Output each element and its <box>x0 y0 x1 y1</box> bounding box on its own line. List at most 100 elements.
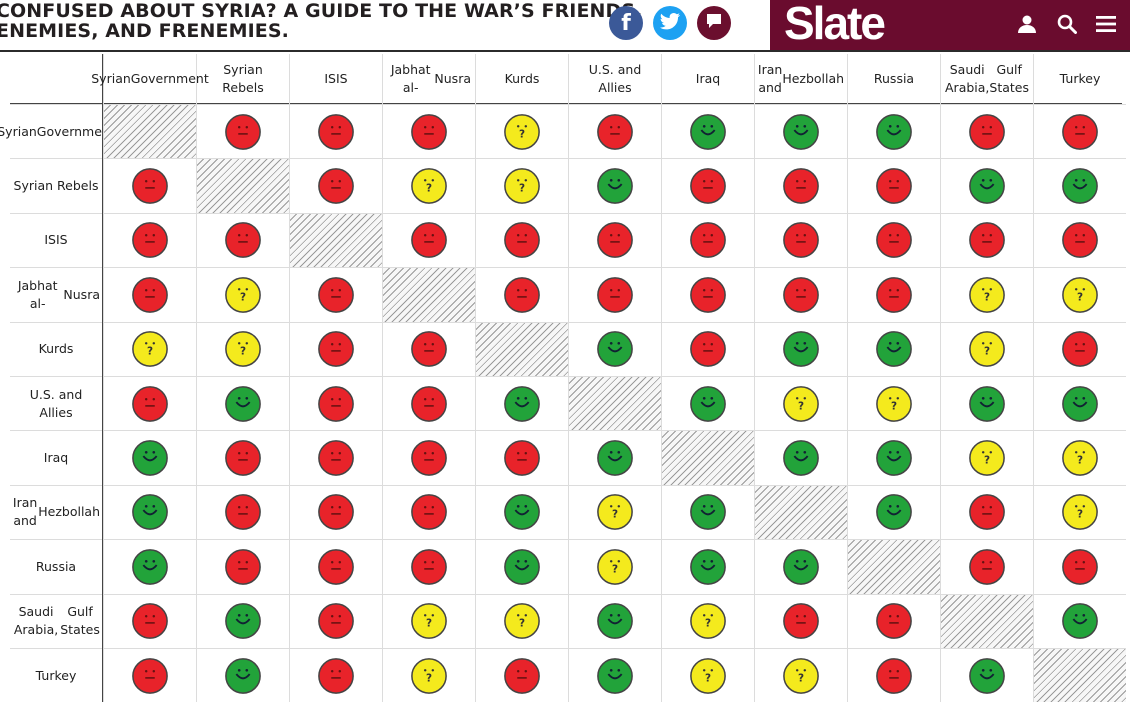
relationship-cell-syrian-rebels-turkey[interactable] <box>1033 158 1126 213</box>
relationship-cell-iran-and-hezbollah-u-s-and-allies[interactable]: ? <box>568 484 661 540</box>
relationship-cell-isis-saudi-arabia-gulf-states[interactable] <box>940 212 1033 268</box>
relationship-cell-iraq-jabhat-al-nusra[interactable] <box>382 430 475 485</box>
relationship-cell-iraq-saudi-arabia-gulf-states[interactable]: ? <box>940 430 1033 485</box>
relationship-cell-turkey-isis[interactable] <box>289 648 382 703</box>
relationship-cell-russia-saudi-arabia-gulf-states[interactable] <box>940 539 1033 594</box>
relationship-cell-syrian-government-jabhat-al-nusra[interactable] <box>382 104 475 159</box>
relationship-cell-syrian-rebels-kurds[interactable]: ? <box>475 158 568 213</box>
relationship-cell-iraq-russia[interactable] <box>847 430 940 485</box>
relationship-cell-syrian-rebels-u-s-and-allies[interactable] <box>568 158 661 213</box>
relationship-cell-syrian-government-iran-and-hezbollah[interactable] <box>754 104 847 159</box>
relationship-cell-syrian-rebels-russia[interactable] <box>847 158 940 213</box>
relationship-cell-saudi-arabia-gulf-states-syrian-rebels[interactable] <box>196 593 289 648</box>
relationship-cell-russia-turkey[interactable] <box>1033 539 1126 594</box>
comment-button[interactable] <box>697 6 731 40</box>
relationship-cell-iran-and-hezbollah-kurds[interactable] <box>475 484 568 540</box>
relationship-cell-russia-syrian-government[interactable] <box>103 539 196 594</box>
relationship-cell-u-s-and-allies-iraq[interactable] <box>661 376 754 431</box>
relationship-cell-iran-and-hezbollah-syrian-rebels[interactable] <box>196 484 289 540</box>
relationship-cell-u-s-and-allies-saudi-arabia-gulf-states[interactable] <box>940 376 1033 431</box>
relationship-cell-saudi-arabia-gulf-states-syrian-government[interactable] <box>103 593 196 648</box>
relationship-cell-syrian-government-kurds[interactable]: ? <box>475 104 568 159</box>
relationship-cell-jabhat-al-nusra-kurds[interactable] <box>475 267 568 322</box>
relationship-cell-isis-iraq[interactable] <box>661 212 754 268</box>
relationship-cell-syrian-rebels-isis[interactable] <box>289 158 382 213</box>
relationship-cell-syrian-rebels-syrian-government[interactable] <box>103 158 196 213</box>
facebook-share-button[interactable]: f <box>609 6 643 40</box>
relationship-cell-kurds-russia[interactable] <box>847 321 940 376</box>
relationship-cell-kurds-isis[interactable] <box>289 321 382 376</box>
relationship-cell-isis-turkey[interactable] <box>1033 212 1126 268</box>
relationship-cell-iran-and-hezbollah-isis[interactable] <box>289 484 382 540</box>
relationship-cell-russia-isis[interactable] <box>289 539 382 594</box>
relationship-cell-saudi-arabia-gulf-states-jabhat-al-nusra[interactable]: ? <box>382 593 475 648</box>
relationship-cell-turkey-iran-and-hezbollah[interactable]: ? <box>754 648 847 703</box>
relationship-cell-kurds-jabhat-al-nusra[interactable] <box>382 321 475 376</box>
relationship-cell-jabhat-al-nusra-turkey[interactable]: ? <box>1033 267 1126 322</box>
relationship-cell-iran-and-hezbollah-turkey[interactable]: ? <box>1033 484 1126 540</box>
search-icon[interactable] <box>1054 12 1080 36</box>
relationship-cell-saudi-arabia-gulf-states-kurds[interactable]: ? <box>475 593 568 648</box>
relationship-cell-u-s-and-allies-isis[interactable] <box>289 376 382 431</box>
relationship-cell-iraq-kurds[interactable] <box>475 430 568 485</box>
relationship-cell-syrian-government-syrian-rebels[interactable] <box>196 104 289 159</box>
relationship-cell-isis-kurds[interactable] <box>475 212 568 268</box>
relationship-cell-iran-and-hezbollah-syrian-government[interactable] <box>103 484 196 540</box>
relationship-cell-kurds-syrian-government[interactable]: ? <box>103 321 196 376</box>
relationship-cell-iraq-isis[interactable] <box>289 430 382 485</box>
twitter-share-button[interactable] <box>653 6 687 40</box>
relationship-cell-turkey-jabhat-al-nusra[interactable]: ? <box>382 648 475 703</box>
relationship-cell-jabhat-al-nusra-russia[interactable] <box>847 267 940 322</box>
relationship-cell-russia-kurds[interactable] <box>475 539 568 594</box>
relationship-cell-kurds-u-s-and-allies[interactable] <box>568 321 661 376</box>
user-icon[interactable] <box>1014 12 1040 36</box>
relationship-cell-u-s-and-allies-syrian-government[interactable] <box>103 376 196 431</box>
relationship-cell-kurds-iran-and-hezbollah[interactable] <box>754 321 847 376</box>
relationship-cell-iran-and-hezbollah-iraq[interactable] <box>661 484 754 540</box>
relationship-cell-u-s-and-allies-syrian-rebels[interactable] <box>196 376 289 431</box>
relationship-cell-isis-iran-and-hezbollah[interactable] <box>754 212 847 268</box>
relationship-cell-syrian-rebels-saudi-arabia-gulf-states[interactable] <box>940 158 1033 213</box>
relationship-cell-russia-u-s-and-allies[interactable]: ? <box>568 539 661 594</box>
relationship-cell-iraq-turkey[interactable]: ? <box>1033 430 1126 485</box>
relationship-cell-jabhat-al-nusra-saudi-arabia-gulf-states[interactable]: ? <box>940 267 1033 322</box>
relationship-cell-iran-and-hezbollah-russia[interactable] <box>847 484 940 540</box>
relationship-cell-saudi-arabia-gulf-states-iran-and-hezbollah[interactable] <box>754 593 847 648</box>
relationship-cell-u-s-and-allies-iran-and-hezbollah[interactable]: ? <box>754 376 847 431</box>
relationship-cell-iraq-iran-and-hezbollah[interactable] <box>754 430 847 485</box>
relationship-cell-syrian-government-iraq[interactable] <box>661 104 754 159</box>
relationship-cell-syrian-government-u-s-and-allies[interactable] <box>568 104 661 159</box>
relationship-cell-saudi-arabia-gulf-states-iraq[interactable]: ? <box>661 593 754 648</box>
relationship-cell-jabhat-al-nusra-iraq[interactable] <box>661 267 754 322</box>
relationship-cell-isis-russia[interactable] <box>847 212 940 268</box>
relationship-cell-iraq-syrian-rebels[interactable] <box>196 430 289 485</box>
relationship-cell-syrian-government-russia[interactable] <box>847 104 940 159</box>
relationship-cell-jabhat-al-nusra-syrian-rebels[interactable]: ? <box>196 267 289 322</box>
relationship-cell-turkey-kurds[interactable] <box>475 648 568 703</box>
relationship-cell-turkey-russia[interactable] <box>847 648 940 703</box>
relationship-cell-jabhat-al-nusra-iran-and-hezbollah[interactable] <box>754 267 847 322</box>
slate-logo[interactable]: Slate <box>784 0 886 50</box>
relationship-cell-syrian-government-turkey[interactable] <box>1033 104 1126 159</box>
relationship-cell-u-s-and-allies-turkey[interactable] <box>1033 376 1126 431</box>
relationship-cell-u-s-and-allies-jabhat-al-nusra[interactable] <box>382 376 475 431</box>
relationship-cell-u-s-and-allies-kurds[interactable] <box>475 376 568 431</box>
relationship-cell-kurds-iraq[interactable] <box>661 321 754 376</box>
relationship-cell-isis-syrian-rebels[interactable] <box>196 212 289 268</box>
relationship-cell-turkey-syrian-government[interactable] <box>103 648 196 703</box>
relationship-cell-russia-jabhat-al-nusra[interactable] <box>382 539 475 594</box>
relationship-cell-russia-syrian-rebels[interactable] <box>196 539 289 594</box>
menu-icon[interactable] <box>1093 12 1119 36</box>
relationship-cell-syrian-rebels-iran-and-hezbollah[interactable] <box>754 158 847 213</box>
relationship-cell-saudi-arabia-gulf-states-isis[interactable] <box>289 593 382 648</box>
relationship-cell-isis-syrian-government[interactable] <box>103 212 196 268</box>
relationship-cell-jabhat-al-nusra-isis[interactable] <box>289 267 382 322</box>
relationship-cell-u-s-and-allies-russia[interactable]: ? <box>847 376 940 431</box>
relationship-cell-isis-u-s-and-allies[interactable] <box>568 212 661 268</box>
relationship-cell-saudi-arabia-gulf-states-russia[interactable] <box>847 593 940 648</box>
relationship-cell-syrian-rebels-iraq[interactable] <box>661 158 754 213</box>
relationship-cell-kurds-turkey[interactable] <box>1033 321 1126 376</box>
relationship-cell-syrian-government-isis[interactable] <box>289 104 382 159</box>
relationship-cell-iraq-u-s-and-allies[interactable] <box>568 430 661 485</box>
relationship-cell-iran-and-hezbollah-saudi-arabia-gulf-states[interactable] <box>940 484 1033 540</box>
